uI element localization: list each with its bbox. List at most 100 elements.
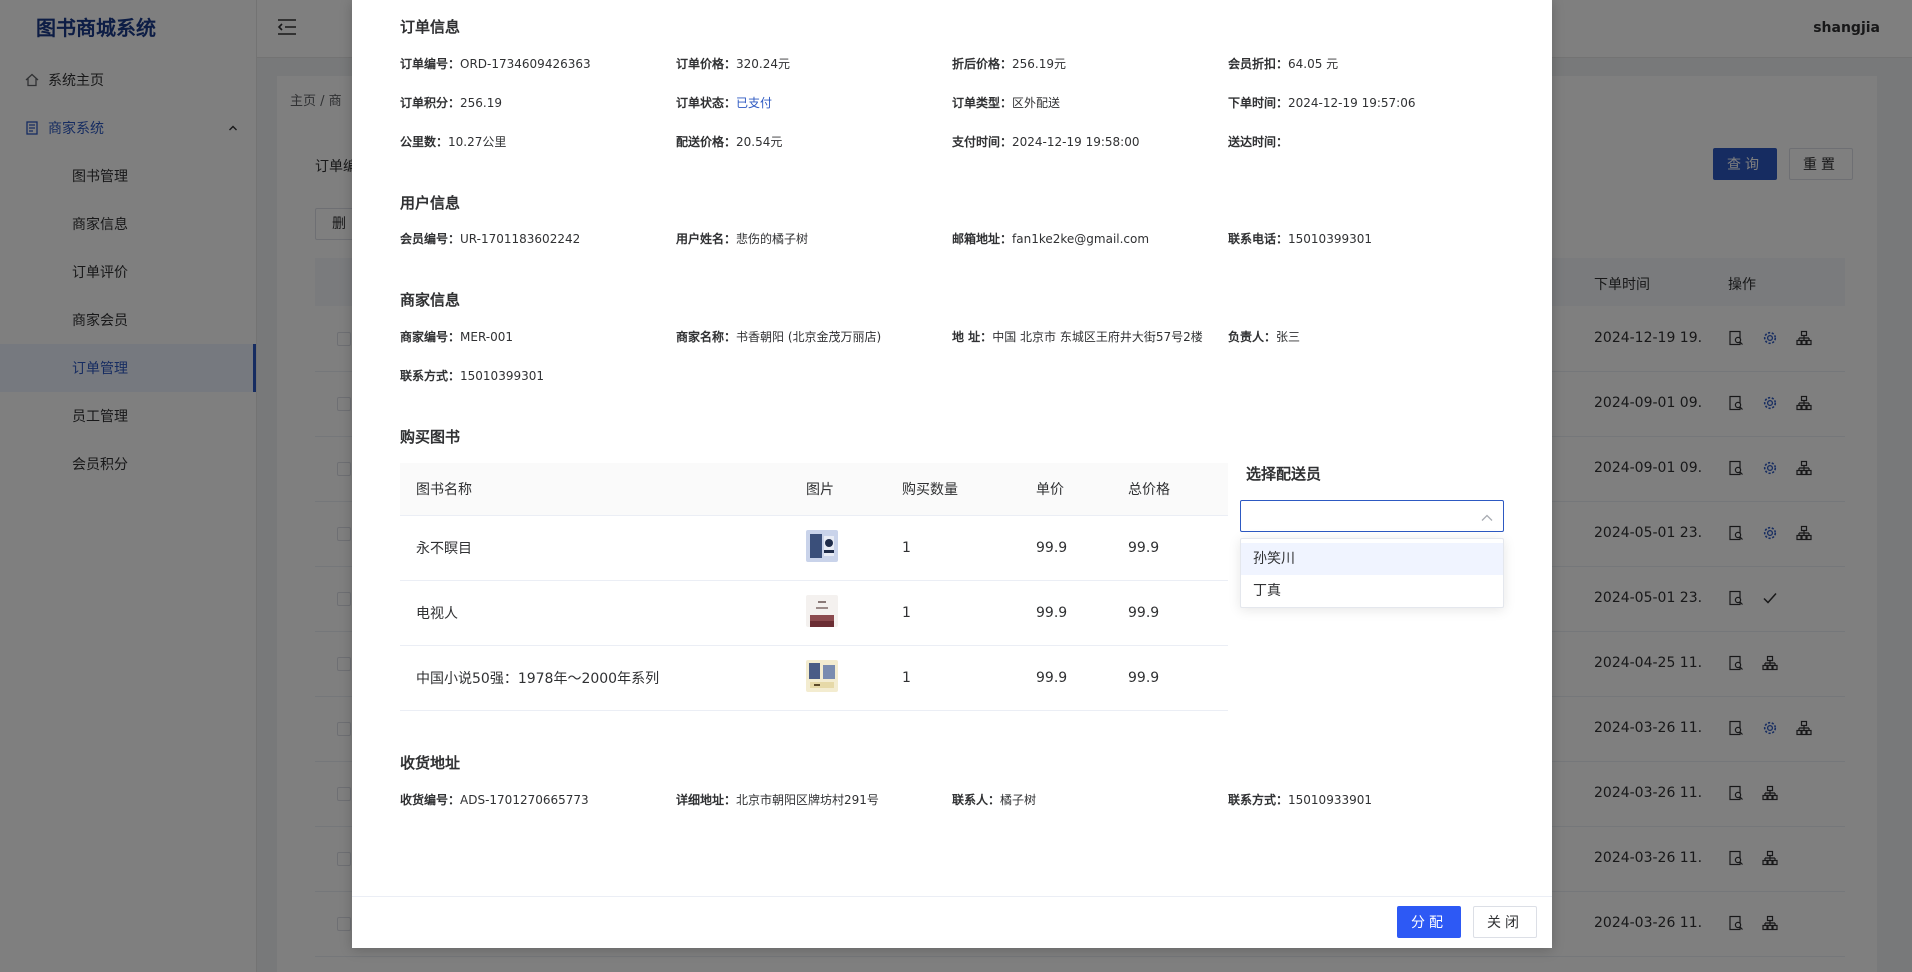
delivery-time-field: 送达时间： [1228,133,1288,150]
user-phone-field: 联系电话：15010399301 [1228,230,1372,247]
shipping-price-value: 20.54元 [736,135,783,149]
book-cover-image[interactable] [806,595,838,631]
user-info-title: 用户信息 [400,194,461,212]
purchased-books-title: 购买图书 [400,428,461,446]
book-quantity: 1 [902,540,911,556]
courier-select[interactable] [1240,500,1504,532]
address-contact-label: 联系人： [952,793,1001,807]
shipping-price-label: 配送价格： [676,135,737,149]
merchant-contact-value: 15010399301 [460,369,544,383]
order-price-field: 订单价格：320.24元 [676,55,790,72]
address-id-value: ADS-1701270665773 [460,793,589,807]
column-header-unit-price: 单价 [1036,482,1064,498]
order-id-value: ORD-1734609426363 [460,57,591,71]
book-name: 永不瞑目 [416,541,472,557]
member-id-field: 会员编号：UR-1701183602242 [400,230,580,247]
order-points-value: 256.19 [460,96,503,110]
book-total-price: 99.9 [1128,605,1160,621]
order-id-field: 订单编号：ORD-1734609426363 [400,55,591,72]
table-row: 永不瞑目 1 99.9 99.9 [400,516,1228,581]
book-unit-price: 99.9 [1036,605,1068,621]
order-detail-dialog: 订单信息 订单编号：ORD-1734609426363 订单价格：320.24元… [352,0,1552,948]
merchant-owner-field: 负责人：张三 [1228,328,1300,345]
order-price-label: 订单价格： [676,57,737,71]
book-quantity: 1 [902,605,911,621]
shipping-address-title: 收货地址 [400,754,461,772]
close-button[interactable]: 关闭 [1473,906,1537,938]
email-label: 邮箱地址： [952,232,1013,246]
table-row: 中国小说50强：1978年～2000年系列 1 99.9 99.9 [400,646,1228,711]
address-contact-field: 联系人：橘子树 [952,791,1036,808]
order-time-label: 下单时间： [1228,96,1289,110]
dialog-body: 订单信息 订单编号：ORD-1734609426363 订单价格：320.24元… [352,0,1552,896]
member-discount-field: 会员折扣：64.05 元 [1228,55,1338,72]
book-cover-image[interactable] [806,660,838,696]
order-status-value: 已支付 [736,96,773,110]
merchant-name-label: 商家名称： [676,330,737,344]
dialog-footer [352,896,1552,948]
member-discount-label: 会员折扣： [1228,57,1289,71]
order-id-label: 订单编号： [400,57,461,71]
merchant-address-label: 地 址： [952,330,993,344]
book-name: 电视人 [416,606,458,622]
address-id-field: 收货编号：ADS-1701270665773 [400,791,589,808]
book-unit-price: 99.9 [1036,670,1068,686]
courier-option[interactable]: 丁真 [1241,575,1503,607]
user-phone-label: 联系电话： [1228,232,1289,246]
address-phone-value: 15010933901 [1288,793,1372,807]
address-detail-value: 北京市朝阳区牌坊村291号 [736,793,879,807]
distance-field: 公里数：10.27公里 [400,133,506,150]
distance-value: 10.27公里 [448,135,507,149]
books-table-header: 图书名称 图片 购买数量 单价 总价格 [400,463,1228,516]
merchant-name-field: 商家名称：书香朝阳 (北京金茂万丽店) [676,328,881,345]
user-name-label: 用户姓名： [676,232,737,246]
column-header-total-price: 总价格 [1128,482,1170,498]
discount-price-field: 折后价格：256.19元 [952,55,1066,72]
order-price-value: 320.24元 [736,57,791,71]
merchant-id-field: 商家编号：MER-001 [400,328,513,345]
pay-time-field: 支付时间：2024-12-19 19:58:00 [952,133,1139,150]
address-id-label: 收货编号： [400,793,461,807]
address-phone-field: 联系方式：15010933901 [1228,791,1372,808]
order-info-title: 订单信息 [400,18,461,36]
member-id-label: 会员编号： [400,232,461,246]
order-points-label: 订单积分： [400,96,461,110]
book-unit-price: 99.9 [1036,540,1068,556]
order-time-value: 2024-12-19 19:57:06 [1288,96,1416,110]
order-type-field: 订单类型：区外配送 [952,94,1060,111]
address-detail-label: 详细地址： [676,793,737,807]
address-contact-value: 橘子树 [1000,793,1037,807]
column-header-book-name: 图书名称 [416,482,472,498]
order-points-field: 订单积分：256.19 [400,94,502,111]
book-total-price: 99.9 [1128,670,1160,686]
merchant-contact-field: 联系方式：15010399301 [400,367,544,384]
table-row: 电视人 1 99.9 99.9 [400,581,1228,646]
merchant-owner-label: 负责人： [1228,330,1277,344]
select-courier-title: 选择配送员 [1246,465,1322,483]
assign-button[interactable]: 分配 [1397,906,1461,938]
delivery-time-label: 送达时间： [1228,135,1289,149]
book-name: 中国小说50强：1978年～2000年系列 [416,671,660,687]
discount-price-label: 折后价格： [952,57,1013,71]
address-phone-label: 联系方式： [1228,793,1289,807]
merchant-info-title: 商家信息 [400,291,461,309]
shipping-price-field: 配送价格：20.54元 [676,133,782,150]
order-status-label: 订单状态： [676,96,737,110]
pay-time-label: 支付时间： [952,135,1013,149]
courier-option[interactable]: 孙笑川 [1241,543,1503,575]
member-discount-value: 64.05 元 [1288,57,1339,71]
merchant-contact-label: 联系方式： [400,369,461,383]
user-name-value: 悲伤的橘子树 [736,232,809,246]
member-id-value: UR-1701183602242 [460,232,581,246]
merchant-address-value: 中国 北京市 东城区王府井大街57号2楼 [992,330,1203,344]
courier-dropdown: 孙笑川 丁真 [1240,538,1504,608]
email-field: 邮箱地址：fan1ke2ke@gmail.com [952,230,1149,247]
merchant-owner-value: 张三 [1276,330,1301,344]
merchant-id-label: 商家编号： [400,330,461,344]
order-type-value: 区外配送 [1012,96,1061,110]
user-name-field: 用户姓名：悲伤的橘子树 [676,230,808,247]
column-header-quantity: 购买数量 [902,482,958,498]
merchant-address-field: 地 址：中国 北京市 东城区王府井大街57号2楼 [952,328,1203,345]
book-cover-image[interactable] [806,530,838,566]
address-detail-field: 详细地址：北京市朝阳区牌坊村291号 [676,791,879,808]
